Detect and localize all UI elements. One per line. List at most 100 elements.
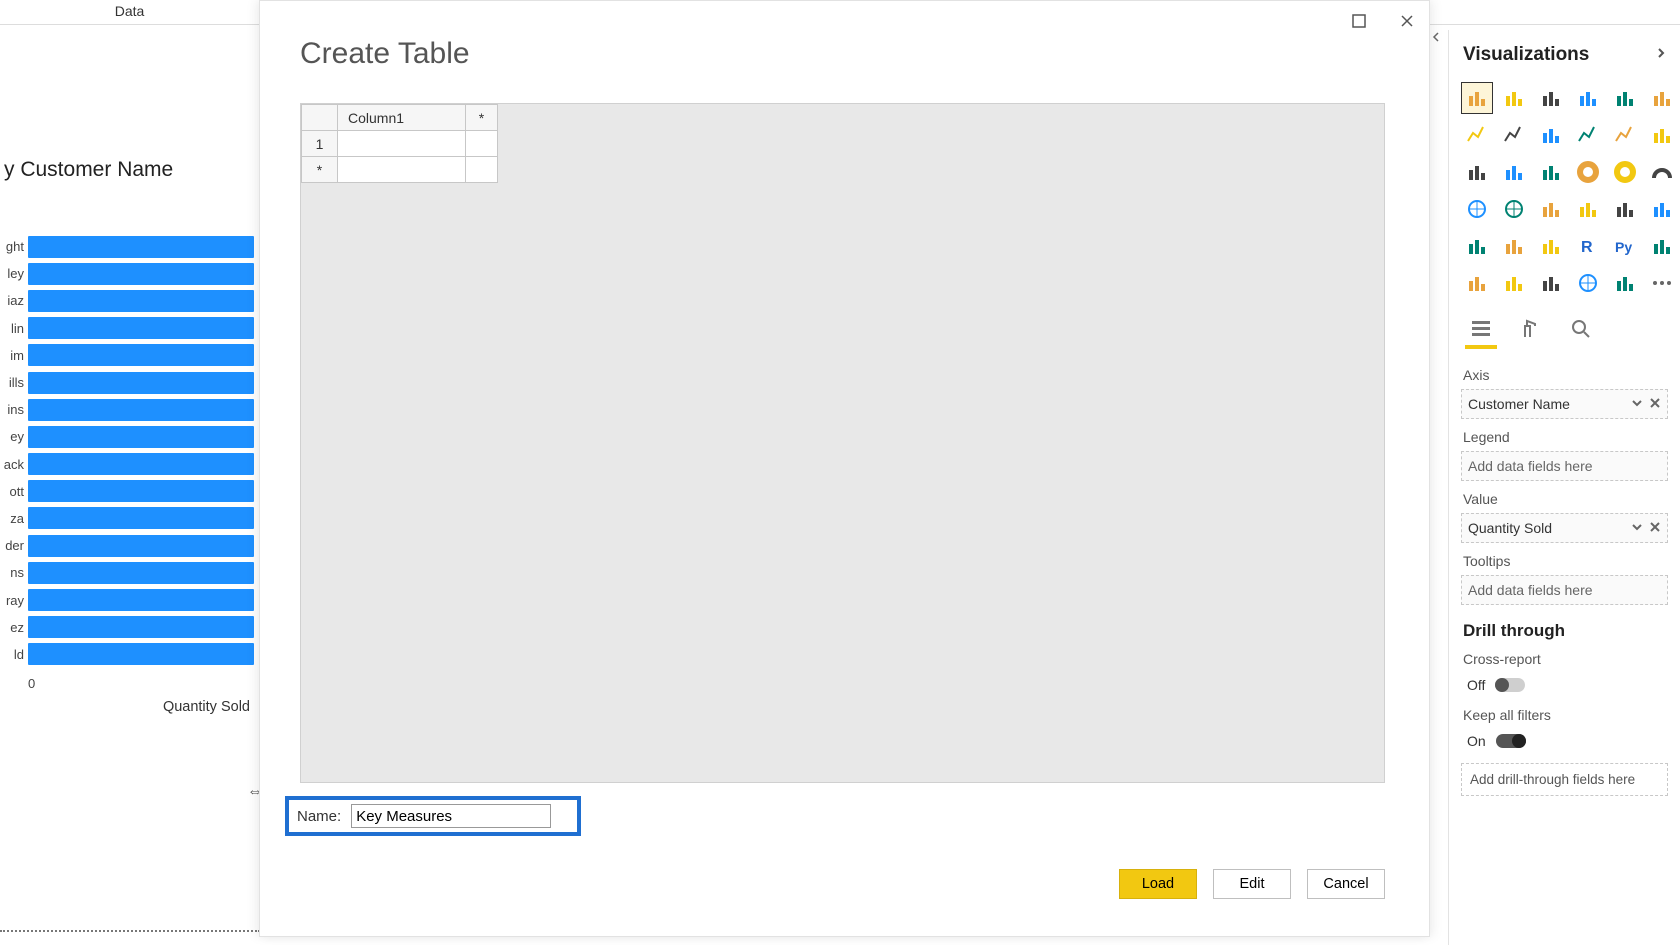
- on-label: On: [1467, 733, 1486, 749]
- area-icon[interactable]: [1498, 119, 1530, 151]
- row-header-1[interactable]: 1: [302, 131, 338, 157]
- r-visual-icon[interactable]: R: [1572, 230, 1604, 262]
- treemap-icon[interactable]: [1535, 156, 1567, 188]
- ribbon-icon[interactable]: [1646, 82, 1678, 114]
- dialog-title: Create Table: [260, 1, 1429, 71]
- selection-edge: [0, 930, 260, 932]
- waterfall-icon[interactable]: [1646, 119, 1678, 151]
- slicer-icon[interactable]: [1461, 230, 1493, 262]
- bar-label: ins: [0, 402, 28, 417]
- bar: [28, 426, 254, 448]
- remove-field-icon[interactable]: [1649, 520, 1661, 536]
- clustered-bar-icon[interactable]: [1572, 82, 1604, 114]
- qa-icon[interactable]: [1498, 267, 1530, 299]
- funnel-icon[interactable]: [1498, 156, 1530, 188]
- tooltips-drop-area[interactable]: Add data fields here: [1461, 575, 1668, 605]
- format-tab-icon[interactable]: [1517, 315, 1545, 343]
- column-header[interactable]: Column1: [338, 105, 466, 131]
- scatter-icon[interactable]: [1461, 156, 1493, 188]
- legend-drop-area[interactable]: Add data fields here: [1461, 451, 1668, 481]
- bar-label: ack: [0, 457, 28, 472]
- fields-tab-icon[interactable]: [1467, 315, 1495, 343]
- clustered-column-icon[interactable]: [1498, 82, 1530, 114]
- key-influencers-icon[interactable]: [1646, 230, 1678, 262]
- bar-row: ld: [0, 641, 260, 668]
- gauge-icon[interactable]: [1646, 156, 1678, 188]
- chevron-down-icon[interactable]: [1631, 396, 1643, 412]
- bar-label: im: [0, 348, 28, 363]
- remove-field-icon[interactable]: [1649, 396, 1661, 412]
- bar-row: iaz: [0, 287, 260, 314]
- analytics-tab-icon[interactable]: [1567, 315, 1595, 343]
- bar: [28, 643, 254, 665]
- add-row[interactable]: *: [302, 157, 338, 183]
- cross-report-label: Cross-report: [1461, 647, 1668, 673]
- close-icon[interactable]: [1395, 9, 1419, 33]
- bar: [28, 616, 254, 638]
- donut-icon[interactable]: [1609, 156, 1641, 188]
- bar-row: ins: [0, 396, 260, 423]
- bar: [28, 344, 254, 366]
- bar: [28, 480, 254, 502]
- py-visual-icon[interactable]: Py: [1609, 230, 1641, 262]
- table-grid[interactable]: Column1 * 1 *: [300, 103, 1385, 783]
- pie-icon[interactable]: [1572, 156, 1604, 188]
- line-icon[interactable]: [1461, 119, 1493, 151]
- value-field-pill[interactable]: Quantity Sold: [1461, 513, 1668, 543]
- filters-collapse-handle[interactable]: [1430, 30, 1448, 280]
- load-button[interactable]: Load: [1119, 869, 1197, 899]
- bar-label: ght: [0, 239, 28, 254]
- paginated-icon[interactable]: [1535, 267, 1567, 299]
- stacked-bar-icon[interactable]: [1461, 82, 1493, 114]
- bar-label: ez: [0, 620, 28, 635]
- axis-zero: 0: [28, 676, 260, 691]
- matrix-icon[interactable]: [1535, 193, 1567, 225]
- keep-filters-toggle[interactable]: [1496, 734, 1526, 748]
- visualizations-title: Visualizations: [1463, 44, 1589, 66]
- multi-card-icon[interactable]: [1646, 193, 1678, 225]
- map-icon[interactable]: [1461, 193, 1493, 225]
- bar-row: ey: [0, 423, 260, 450]
- cell-1-1[interactable]: [338, 131, 466, 157]
- decomposition-icon[interactable]: [1461, 267, 1493, 299]
- line-clustered-icon[interactable]: [1572, 119, 1604, 151]
- filled-map-icon[interactable]: [1498, 193, 1530, 225]
- cell-1-add: [466, 131, 498, 157]
- bar-label: ley: [0, 266, 28, 281]
- data-tab[interactable]: Data: [0, 0, 260, 25]
- bar-row: za: [0, 505, 260, 532]
- card-icon[interactable]: [1609, 193, 1641, 225]
- stacked-area-icon[interactable]: [1535, 119, 1567, 151]
- collapse-pane-icon[interactable]: [1654, 46, 1668, 65]
- add-column[interactable]: *: [466, 105, 498, 131]
- line-stacked-icon[interactable]: [1609, 119, 1641, 151]
- visualization-type-grid: RPy: [1461, 80, 1668, 309]
- maximize-icon[interactable]: [1347, 9, 1371, 33]
- bar-label: ray: [0, 593, 28, 608]
- more-icon[interactable]: [1646, 267, 1678, 299]
- background-chart: y Customer Name ghtleyiazlinimillsinseya…: [0, 28, 260, 938]
- stacked-bar-100-icon[interactable]: [1609, 82, 1641, 114]
- table2-icon[interactable]: [1535, 230, 1567, 262]
- kpi-icon[interactable]: [1572, 193, 1604, 225]
- axis-label: Quantity Sold: [0, 699, 260, 715]
- off-label: Off: [1467, 677, 1485, 693]
- bar: [28, 535, 254, 557]
- edit-button[interactable]: Edit: [1213, 869, 1291, 899]
- chevron-down-icon[interactable]: [1631, 520, 1643, 536]
- drill-through-drop-area[interactable]: Add drill-through fields here: [1461, 763, 1668, 796]
- cross-report-toggle[interactable]: [1495, 678, 1525, 692]
- bar-row: lin: [0, 315, 260, 342]
- powerapps-icon[interactable]: [1609, 267, 1641, 299]
- table-name-input[interactable]: [351, 804, 551, 828]
- bar-row: der: [0, 532, 260, 559]
- stacked-column-icon[interactable]: [1535, 82, 1567, 114]
- cell-add-add: [466, 157, 498, 183]
- bar-label: ns: [0, 565, 28, 580]
- arcgis-icon[interactable]: [1572, 267, 1604, 299]
- bar-label: der: [0, 538, 28, 553]
- table-icon[interactable]: [1498, 230, 1530, 262]
- axis-field-pill[interactable]: Customer Name: [1461, 389, 1668, 419]
- bar-label: ills: [0, 375, 28, 390]
- cancel-button[interactable]: Cancel: [1307, 869, 1385, 899]
